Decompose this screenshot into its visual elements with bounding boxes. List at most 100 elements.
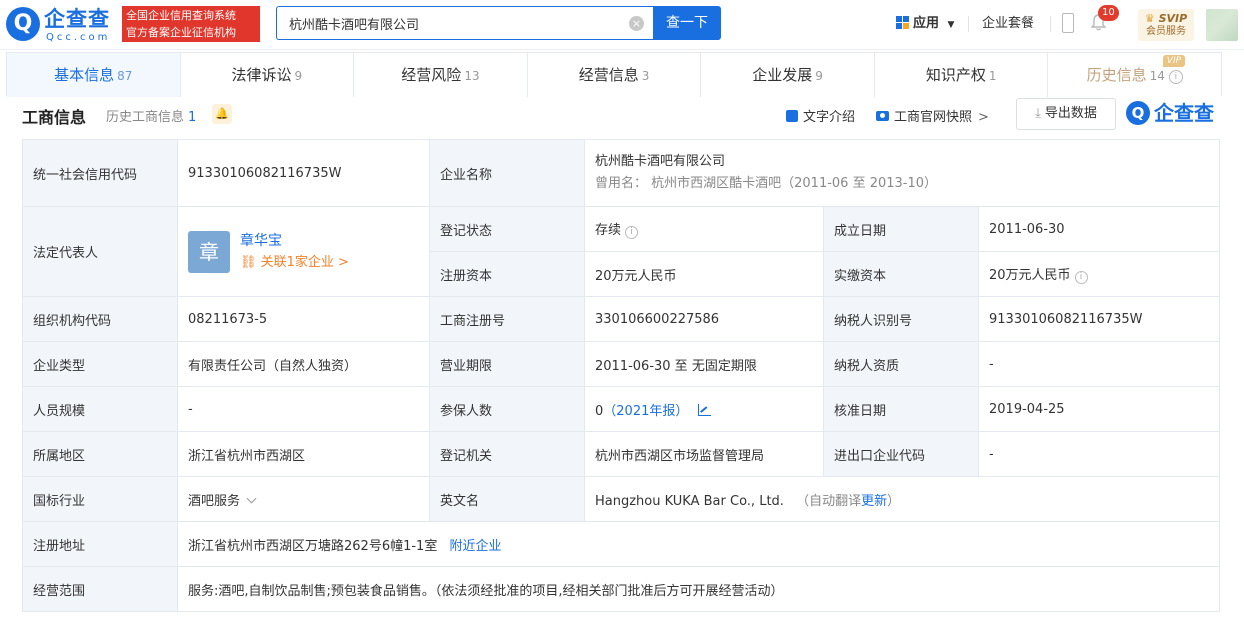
reg-capital-value: 20万元人民币 (584, 251, 824, 297)
history-business-info-link[interactable]: 历史工商信息 1 (106, 106, 196, 125)
term-value: 2011-06-30 至 无固定期限 (584, 341, 824, 387)
approval-date-label: 核准日期 (823, 386, 979, 432)
address-cell: 浙江省杭州市西湖区万塘路262号6幢1-1室 附近企业 (176, 521, 1221, 567)
download-icon: ⤓ (1035, 106, 1041, 121)
vip-badge: VIP (1162, 55, 1186, 67)
enterprise-package-link[interactable]: 企业套餐 (982, 14, 1034, 34)
authority-label: 登记机关 (429, 431, 585, 477)
header-divider (1050, 16, 1051, 32)
ie-code-value: - (977, 431, 1221, 477)
company-type-value: 有限责任公司（自然人独资） (177, 341, 430, 387)
table-row: 注册地址 浙江省杭州市西湖区万塘路262号6幢1-1室 附近企业 (22, 521, 1221, 567)
info-icon[interactable]: i (1168, 70, 1183, 84)
taxpayer-id-value: 91330106082116735W (977, 296, 1221, 342)
ie-code-label: 进出口企业代码 (823, 431, 979, 477)
tab-operating-info[interactable]: 经营信息 3 (528, 53, 702, 97)
company-type-label: 企业类型 (22, 341, 178, 387)
app-menu-label: 应用 (913, 16, 940, 31)
text-intro-button[interactable]: 文字介绍 (786, 106, 855, 125)
tab-count: 3 (641, 69, 650, 83)
document-icon (786, 110, 798, 122)
credit-code-value: 91330106082116735W (177, 139, 430, 207)
network-icon: ⛓ (240, 254, 257, 270)
taxpayer-qual-value: - (977, 341, 1221, 387)
org-code-label: 组织机构代码 (22, 296, 178, 342)
export-data-button[interactable]: ⤓ 导出数据 (1016, 98, 1116, 130)
paid-capital-label: 实缴资本 (823, 251, 979, 297)
slogan-line-2: 官方备案企业征信机构 (126, 26, 236, 39)
history-count: 1 (188, 110, 197, 125)
auto-translate-note: （自动翻译 (796, 493, 862, 509)
reg-no-label: 工商注册号 (429, 296, 585, 342)
table-row: 所属地区 浙江省杭州市西湖区 登记机关 杭州市西湖区市场监督管理局 进出口企业代… (22, 431, 1221, 477)
address-value: 浙江省杭州市西湖区万塘路262号6幢1-1室 (188, 538, 438, 554)
founded-label: 成立日期 (823, 206, 979, 252)
nearby-companies-link[interactable]: 附近企业 (449, 539, 501, 554)
company-tabs: 基本信息 87 法律诉讼 9 经营风险 13 经营信息 3 企业发展 9 知识产权 1 VI… (6, 52, 1222, 97)
svip-member-button[interactable]: ♛ SVIP 会员服务 (1138, 9, 1194, 41)
mobile-app-icon[interactable] (1062, 13, 1074, 33)
clear-search-icon[interactable]: × (629, 16, 644, 31)
caret-down-icon: ▼ (947, 20, 955, 30)
term-label: 营业期限 (429, 341, 585, 387)
industry-cell[interactable]: 酒吧服务 (177, 476, 430, 522)
official-snapshot-link[interactable]: 工商官网快照 > (876, 106, 989, 125)
tab-count: 13 (464, 69, 480, 83)
info-icon[interactable]: i (625, 226, 639, 239)
chevron-down-icon[interactable] (246, 493, 257, 503)
related-companies-link[interactable]: ⛓ 关联1家企业 > (240, 252, 349, 274)
tab-count: 1 (988, 69, 997, 83)
logo-url: Qcc.com (46, 32, 111, 43)
alert-bell-icon[interactable]: 🔔 (212, 104, 232, 124)
authority-value: 杭州市西湖区市场监督管理局 (584, 431, 824, 477)
business-info-table: 统一社会信用代码 91330106082116735W 企业名称 杭州酷卡酒吧有… (22, 139, 1221, 612)
scope-value: 服务:酒吧,自制饮品制售;预包装食品销售。（依法须经批准的项目,经相关部门批准后… (176, 566, 1221, 612)
english-name-value: Hangzhou KUKA Bar Co., Ltd. (595, 493, 784, 509)
camera-icon (876, 111, 889, 121)
notification-count-badge: 10 (1098, 5, 1119, 21)
qcc-logo[interactable]: Q 企查查 Qcc.com (6, 6, 118, 44)
table-row: 国标行业 酒吧服务 英文名 Hangzhou KUKA Bar Co., Ltd… (22, 476, 1221, 522)
industry-label: 国标行业 (22, 476, 178, 522)
app-grid-icon (896, 16, 909, 29)
tab-legal-litigation[interactable]: 法律诉讼 9 (181, 53, 355, 97)
credit-code-label: 统一社会信用代码 (22, 139, 178, 207)
table-row: 组织机构代码 08211673-5 工商注册号 330106600227586 … (22, 296, 1221, 342)
tab-development[interactable]: 企业发展 9 (701, 53, 875, 97)
update-link[interactable]: 更新 (861, 494, 887, 509)
english-name-cell: Hangzhou KUKA Bar Co., Ltd. （自动翻译更新） (583, 476, 1221, 522)
staff-size-value: - (177, 386, 430, 432)
table-row: 企业类型 有限责任公司（自然人独资） 营业期限 2011-06-30 至 无固定… (22, 341, 1221, 387)
svip-label: ♛ SVIP (1144, 12, 1188, 25)
org-code-value: 08211673-5 (177, 296, 430, 342)
section-title: 工商信息 (22, 108, 87, 127)
tab-intellectual-property[interactable]: 知识产权 1 (875, 53, 1049, 97)
tab-basic-info[interactable]: 基本信息 87 (7, 53, 181, 97)
company-name-cell: 杭州酷卡酒吧有限公司 曾用名： 杭州市西湖区酷卡酒吧（2011-06 至 201… (583, 139, 1221, 207)
tab-count: 9 (294, 69, 303, 83)
tab-history-info[interactable]: VIP 历史信息 14 i (1048, 53, 1221, 97)
company-name-value: 杭州酷卡酒吧有限公司 (595, 154, 726, 169)
search-input[interactable] (287, 7, 617, 39)
search-box: × (276, 6, 654, 40)
trend-chart-icon[interactable] (698, 403, 712, 416)
header-divider (968, 16, 969, 32)
table-row: 人员规模 - 参保人数 0（2021年报） 核准日期 2019-04-25 (22, 386, 1221, 432)
legal-rep-label: 法定代表人 (22, 206, 178, 297)
slogan-badge: 全国企业信用查询系统 官方备案企业征信机构 (122, 6, 260, 42)
user-avatar[interactable] (1206, 9, 1238, 41)
info-icon[interactable]: i (1074, 271, 1088, 284)
paid-capital-value: 20万元人民币 (989, 268, 1071, 283)
english-name-label: 英文名 (429, 476, 585, 522)
app-menu[interactable]: 应用 ▼ (896, 14, 954, 35)
table-row: 经营范围 服务:酒吧,自制饮品制售;预包装食品销售。（依法须经批准的项目,经相关… (22, 566, 1221, 612)
reg-status-label: 登记状态 (429, 206, 585, 252)
taxpayer-id-label: 纳税人识别号 (823, 296, 979, 342)
search-button[interactable]: 查一下 (653, 6, 721, 40)
tab-operating-risk[interactable]: 经营风险 13 (354, 53, 528, 97)
legal-rep-name-link[interactable]: 章华宝 (240, 230, 349, 252)
annual-report-link[interactable]: （2021年报） (603, 404, 688, 419)
address-label: 注册地址 (22, 521, 178, 567)
legal-rep-avatar[interactable]: 章 (188, 230, 230, 273)
tab-count: 9 (815, 69, 823, 83)
